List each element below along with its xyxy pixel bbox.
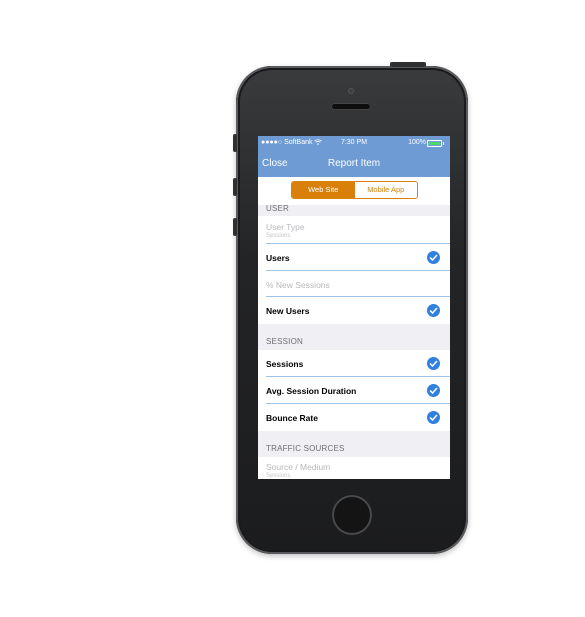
list-item-new-sessions[interactable]: % New Sessions — [258, 271, 450, 297]
mute-switch — [233, 134, 237, 152]
volume-down-button — [233, 218, 237, 236]
list-item-new-users[interactable]: New Users — [258, 297, 450, 324]
row-label: Avg. Session Duration — [266, 386, 357, 396]
row-sublabel: Sessions — [266, 473, 291, 479]
checkmark-circle-icon[interactable] — [427, 384, 440, 397]
battery-icon — [427, 140, 444, 147]
list-item-avg-session-duration[interactable]: Avg. Session Duration — [258, 377, 450, 404]
navigation-bar: Close Report Item — [258, 150, 450, 177]
list-item-source-medium[interactable]: Source / Medium Sessions — [258, 457, 450, 479]
battery-percent: 100% — [408, 139, 426, 146]
status-bar: ●●●●○ SoftBank 7:30 PM 100% — [258, 136, 450, 150]
app-screen: ●●●●○ SoftBank 7:30 PM 100% Close Report… — [258, 136, 450, 479]
row-label: Users — [266, 253, 290, 263]
row-label: New Users — [266, 306, 310, 316]
list-item-sessions[interactable]: Sessions — [258, 350, 450, 377]
power-button — [390, 62, 426, 67]
checkmark-circle-icon[interactable] — [427, 304, 440, 317]
home-button[interactable] — [332, 495, 372, 535]
volume-up-button — [233, 178, 237, 196]
row-label: Source / Medium — [266, 462, 331, 472]
platform-segmented-control: Web Site Mobile App — [291, 181, 418, 199]
checkmark-circle-icon[interactable] — [427, 251, 440, 264]
row-label: User Type — [266, 222, 305, 232]
section-header-traffic-sources: TRAFFIC SOURCES — [266, 444, 345, 453]
section-header-user: USER — [266, 204, 290, 213]
segment-bar: Web Site Mobile App — [258, 177, 450, 205]
earpiece-speaker — [331, 103, 371, 110]
row-label: Bounce Rate — [266, 413, 318, 423]
list-item-user-type[interactable]: User Type Sessions — [258, 216, 450, 244]
row-label: % New Sessions — [266, 280, 330, 290]
segment-web-site[interactable]: Web Site — [292, 182, 355, 198]
checkmark-circle-icon[interactable] — [427, 411, 440, 424]
row-label: Sessions — [266, 359, 304, 369]
front-camera — [348, 88, 354, 94]
segment-mobile-app[interactable]: Mobile App — [354, 182, 417, 198]
section-header-session: SESSION — [266, 337, 303, 346]
row-sublabel: Sessions — [266, 233, 291, 239]
checkmark-circle-icon[interactable] — [427, 357, 440, 370]
list-item-bounce-rate[interactable]: Bounce Rate — [258, 404, 450, 431]
page-title: Report Item — [327, 158, 381, 169]
list-item-users[interactable]: Users — [258, 244, 450, 271]
